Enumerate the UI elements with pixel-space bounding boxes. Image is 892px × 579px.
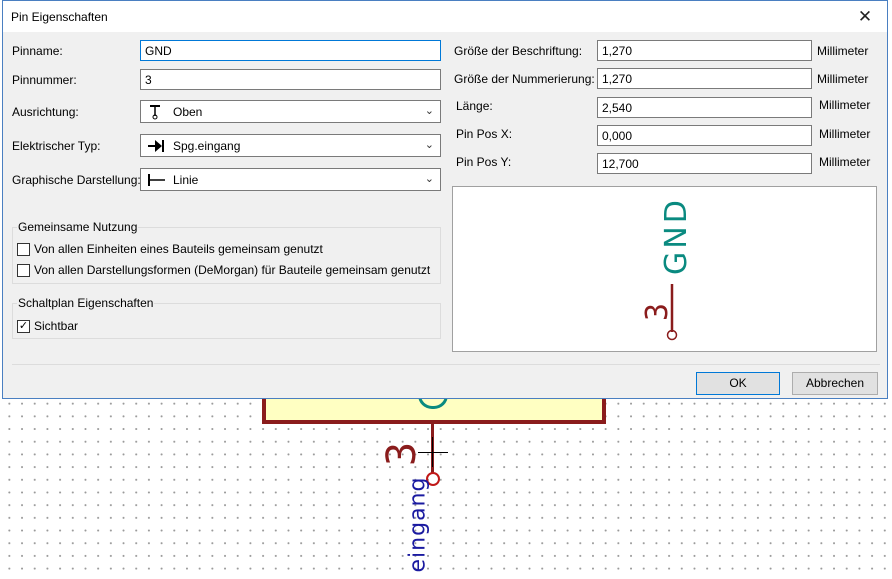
electrical-type-select[interactable]: Spg.eingang ⌄ (140, 134, 441, 157)
background-pin-number: 3 (379, 441, 426, 467)
orientation-label: Ausrichtung: (12, 105, 79, 119)
pin-number-input[interactable] (140, 69, 441, 90)
close-button[interactable]: ✕ (843, 1, 887, 32)
graphic-style-select[interactable]: Linie ⌄ (140, 168, 441, 191)
dialog-title: Pin Eigenschaften (11, 10, 108, 24)
pos-y-unit: Millimeter (819, 155, 871, 169)
number-size-input[interactable] (597, 68, 812, 89)
pos-x-label: Pin Pos X: (456, 127, 513, 141)
preview-pin-name: GND (659, 197, 694, 275)
cursor-crosshair-vertical (432, 437, 433, 467)
shared-units-checkbox[interactable] (17, 243, 30, 256)
pin-name-label: Pinname: (12, 44, 63, 58)
pos-y-input[interactable] (597, 153, 812, 174)
electrical-type-label: Elektrischer Typ: (12, 139, 101, 153)
button-separator (12, 364, 880, 365)
shared-demorgan-label[interactable]: Von allen Darstellungsformen (DeMorgan) … (34, 263, 430, 277)
graphic-style-value: Linie (173, 172, 199, 187)
visible-checkbox[interactable]: ✓ (17, 320, 30, 333)
pos-x-unit: Millimeter (819, 127, 871, 141)
pin-name-input[interactable] (140, 40, 441, 61)
checkmark-icon: ✓ (18, 320, 29, 332)
electrical-type-value: Spg.eingang (173, 138, 241, 153)
orientation-select[interactable]: Oben ⌄ (140, 100, 441, 123)
power-input-icon (148, 139, 164, 152)
name-size-input[interactable] (597, 40, 812, 61)
length-unit: Millimeter (819, 98, 871, 112)
number-size-label: Größe der Nummerierung: (454, 72, 595, 86)
visible-label[interactable]: Sichtbar (34, 319, 78, 333)
chevron-down-icon: ⌄ (424, 105, 434, 117)
pos-x-input[interactable] (597, 125, 812, 146)
line-pin-icon (148, 173, 165, 186)
name-size-label: Größe der Beschriftung: (454, 44, 583, 58)
chevron-down-icon: ⌄ (424, 139, 434, 151)
close-icon: ✕ (857, 7, 873, 26)
pin-number-label: Pinnummer: (12, 73, 77, 87)
name-size-unit: Millimeter (817, 44, 869, 58)
pos-y-label: Pin Pos Y: (456, 155, 512, 169)
pin-preview-graphic: GND 3 (640, 197, 694, 341)
pin-preview-canvas: GND 3 (452, 186, 877, 352)
shared-demorgan-checkbox[interactable] (17, 264, 30, 277)
schematic-properties-title: Schaltplan Eigenschaften (17, 296, 155, 310)
preview-pin-number: 3 (640, 303, 675, 321)
shared-usage-title: Gemeinsame Nutzung (17, 220, 139, 234)
cancel-button[interactable]: Abbrechen (792, 372, 878, 395)
length-input[interactable] (597, 97, 812, 118)
background-pin-name: eingang (405, 476, 431, 573)
length-label: Länge: (456, 99, 493, 113)
orientation-value: Oben (173, 104, 203, 119)
graphic-style-label: Graphische Darstellung: (12, 173, 141, 187)
chevron-down-icon: ⌄ (424, 173, 434, 185)
number-size-unit: Millimeter (817, 72, 869, 86)
shared-units-label[interactable]: Von allen Einheiten eines Bauteils gemei… (34, 242, 323, 256)
ok-button[interactable]: OK (696, 372, 780, 395)
pin-properties-dialog: Pin Eigenschaften ✕ Pinname: Pinnummer: … (2, 0, 888, 399)
title-bar[interactable]: Pin Eigenschaften ✕ (3, 1, 887, 32)
pin-up-icon (150, 104, 160, 119)
